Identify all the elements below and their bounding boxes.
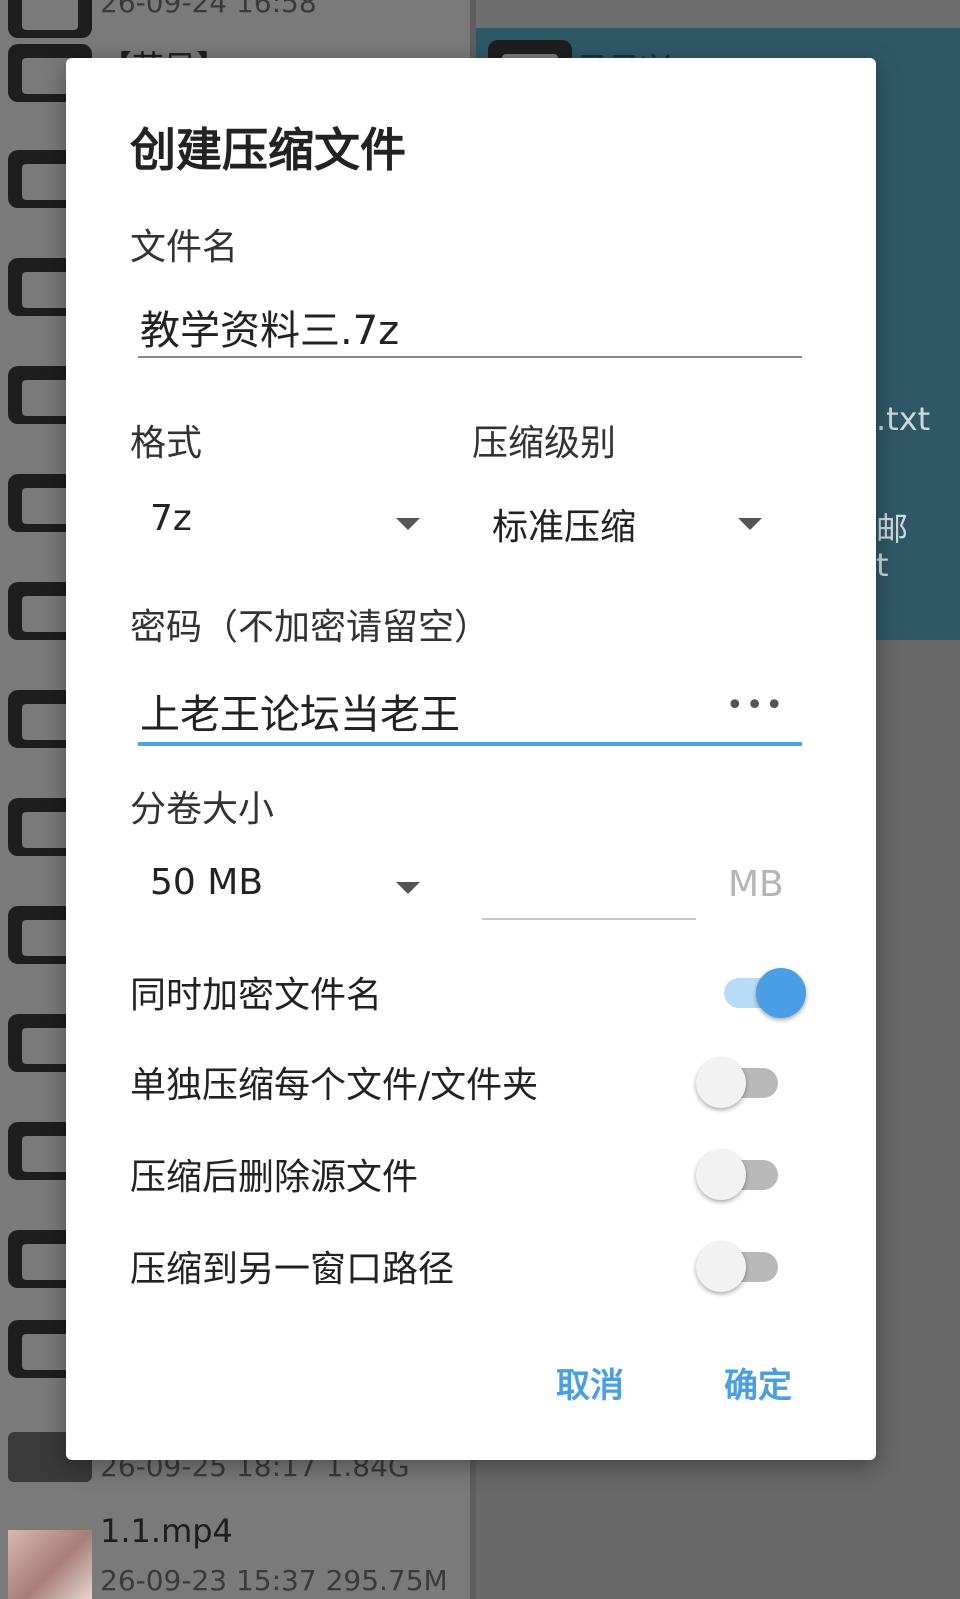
option-label: 压缩后删除源文件: [130, 1157, 419, 1198]
filename-label: 文件名: [130, 227, 239, 268]
cancel-button[interactable]: 取消: [556, 1358, 624, 1407]
dialog-title: 创建压缩文件: [130, 123, 406, 177]
video-thumbnail: [8, 1530, 92, 1599]
option-row-other-window-path[interactable]: 压缩到另一窗口路径: [130, 1238, 820, 1298]
password-input[interactable]: 上老王论坛当老王: [140, 682, 460, 740]
toggle-switch-off[interactable]: [696, 1054, 786, 1110]
compression-level-label: 压缩级别: [472, 423, 617, 464]
toggle-switch-off[interactable]: [696, 1146, 786, 1202]
toggle-knob: [696, 1150, 746, 1200]
option-row-compress-individually[interactable]: 单独压缩每个文件/文件夹: [130, 1054, 820, 1114]
chevron-down-icon: [738, 518, 762, 530]
format-value: 7z: [150, 498, 192, 539]
volume-size-value: 50 MB: [150, 862, 264, 903]
ok-button[interactable]: 确定: [724, 1358, 792, 1407]
filename-input[interactable]: 教学资料三.7z: [140, 298, 399, 356]
toggle-knob: [756, 968, 806, 1018]
folder-icon: [8, 0, 92, 38]
password-underline: [138, 742, 802, 746]
create-archive-dialog: 创建压缩文件 文件名 教学资料三.7z 格式 压缩级别 7z 标准压缩 密码（不…: [66, 58, 876, 1460]
custom-volume-underline: [482, 918, 696, 920]
compression-level-value: 标准压缩: [492, 507, 637, 548]
right-pane-header: [476, 0, 960, 28]
compression-level-dropdown[interactable]: 标准压缩: [490, 498, 776, 548]
more-dots-icon[interactable]: •••: [726, 688, 785, 723]
option-row-encrypt-filenames[interactable]: 同时加密文件名: [130, 964, 820, 1024]
volume-size-dropdown[interactable]: 50 MB: [140, 862, 426, 912]
chevron-down-icon: [396, 882, 420, 894]
file-name-fragment: t: [876, 546, 889, 584]
option-label: 单独压缩每个文件/文件夹: [130, 1065, 539, 1106]
filename-underline: [138, 356, 802, 358]
volume-unit-label: MB: [728, 864, 784, 905]
toggle-knob: [696, 1242, 746, 1292]
toggle-knob: [696, 1058, 746, 1108]
volume-size-label: 分卷大小: [130, 789, 275, 830]
file-meta: 26-09-23 15:37 295.75M: [100, 1564, 448, 1597]
custom-volume-size-input[interactable]: [482, 864, 696, 914]
chevron-down-icon: [396, 518, 420, 530]
file-name-fragment: .txt: [876, 400, 931, 438]
password-label: 密码（不加密请留空）: [130, 607, 491, 648]
option-label: 同时加密文件名: [130, 975, 383, 1016]
format-dropdown[interactable]: 7z: [140, 498, 426, 548]
file-meta: 26-09-24 16:58: [100, 0, 317, 19]
option-label: 压缩到另一窗口路径: [130, 1249, 455, 1290]
file-name-fragment: 邮: [876, 510, 909, 548]
option-row-delete-source[interactable]: 压缩后删除源文件: [130, 1146, 820, 1206]
file-name: 1.1.mp4: [100, 1512, 233, 1550]
toggle-switch-off[interactable]: [696, 1238, 786, 1294]
toggle-switch-on[interactable]: [716, 964, 806, 1020]
format-label: 格式: [130, 423, 203, 464]
